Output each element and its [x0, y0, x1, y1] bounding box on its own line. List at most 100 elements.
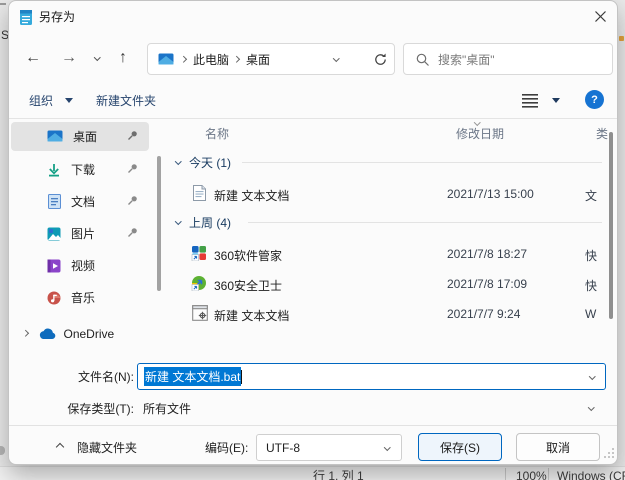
status-line-ending: Windows (CRLF) — [557, 469, 625, 480]
this-pc-icon — [158, 53, 174, 66]
group-label: 上周 (4) — [189, 216, 231, 230]
view-dropdown-icon[interactable] — [552, 98, 560, 103]
sidebar: 桌面 下载 — [9, 119, 162, 355]
sidebar-item-label: 文档 — [71, 193, 95, 210]
file-date: 2021/7/7 9:24 — [447, 307, 520, 321]
file-row[interactable]: 新建 文本文档 2021/7/7 9:24 W — [162, 299, 602, 327]
sidebar-item-label: 下载 — [71, 161, 95, 178]
background-fragment-blob — [0, 446, 5, 455]
encoding-label: 编码(E): — [205, 441, 248, 455]
address-dropdown-chevron-icon[interactable] — [333, 55, 339, 61]
view-mode-icon[interactable] — [521, 93, 539, 109]
sidebar-item-desktop[interactable]: 桌面 — [11, 122, 149, 151]
breadcrumb-desktop[interactable]: 桌面 — [246, 53, 270, 67]
text-document-icon — [193, 185, 206, 201]
download-icon — [47, 163, 61, 177]
up-icon[interactable]: ↑ — [119, 49, 127, 67]
pin-icon — [127, 130, 138, 141]
organize-button[interactable]: 组织 — [29, 94, 53, 108]
close-icon[interactable] — [594, 10, 607, 23]
videos-icon — [47, 259, 61, 273]
pin-icon — [127, 195, 138, 206]
forward-icon[interactable]: → — [61, 49, 77, 67]
organize-dropdown-icon — [65, 98, 73, 103]
breadcrumb-separator-icon — [233, 56, 239, 62]
pin-icon — [127, 163, 138, 174]
status-cursor-position: 行 1, 列 1 — [313, 469, 364, 480]
sidebar-item-pictures[interactable]: 图片 — [11, 219, 149, 248]
background-fragment-dot — [619, 36, 624, 41]
document-icon — [48, 194, 61, 209]
hide-folders-button[interactable]: 隐藏文件夹 — [77, 441, 137, 455]
recent-locations-chevron-icon[interactable] — [94, 54, 100, 60]
breadcrumb-separator-icon — [180, 56, 186, 62]
sidebar-item-downloads[interactable]: 下载 — [11, 155, 149, 184]
360-safe-guard-icon — [191, 275, 207, 291]
group-divider — [242, 162, 602, 163]
group-header-today[interactable]: 今天 (1) — [162, 153, 617, 175]
search-box[interactable]: 搜索"桌面" — [403, 43, 613, 75]
filename-selected-text: 新建 文本文档.bat — [144, 367, 241, 386]
back-icon[interactable]: ← — [25, 49, 41, 67]
encoding-value: UTF-8 — [266, 441, 300, 455]
group-header-lastweek[interactable]: 上周 (4) — [162, 213, 617, 235]
notepad-icon — [19, 9, 33, 26]
file-row[interactable]: 360软件管家 2021/7/8 18:27 快 — [162, 239, 602, 267]
music-icon — [47, 291, 61, 305]
file-type: 快 — [585, 277, 597, 294]
sidebar-item-videos[interactable]: 视频 — [11, 251, 149, 280]
sidebar-item-music[interactable]: 音乐 — [11, 283, 149, 312]
search-placeholder: 搜索"桌面" — [438, 53, 495, 67]
expand-chevron-icon[interactable] — [22, 330, 28, 336]
breadcrumb-this-pc[interactable]: 此电脑 — [193, 53, 229, 67]
pictures-icon — [47, 227, 61, 241]
new-folder-button[interactable]: 新建文件夹 — [96, 94, 156, 108]
title-bar: 另存为 — [9, 1, 617, 33]
file-row[interactable]: 新建 文本文档 2021/7/13 15:00 文 — [162, 179, 602, 207]
file-list-header: 名称 修改日期 类 — [162, 119, 617, 146]
screen: S 行 1, 列 1 100% Windows (CRLF) 另存为 — [0, 0, 625, 480]
sidebar-item-documents[interactable]: 文档 — [11, 187, 149, 216]
filename-dropdown-chevron-icon[interactable] — [589, 373, 595, 379]
search-icon — [416, 53, 430, 67]
collapse-chevron-icon — [175, 158, 181, 164]
savetype-dropdown-chevron-icon[interactable] — [588, 404, 594, 410]
file-list: 名称 修改日期 类 今天 (1) 新建 文本文档 — [162, 119, 617, 355]
sidebar-item-label: 桌面 — [73, 128, 97, 145]
status-divider — [505, 468, 506, 480]
encoding-select[interactable]: UTF-8 — [256, 434, 402, 461]
column-header-date[interactable]: 修改日期 — [456, 127, 504, 141]
navigation-bar: ← → ↑ 此电脑 桌面 — [9, 37, 617, 81]
file-row[interactable]: 360安全卫士 2021/7/8 17:09 快 — [162, 269, 602, 297]
sidebar-scrollbar[interactable] — [157, 156, 161, 291]
column-header-name[interactable]: 名称 — [205, 127, 229, 141]
filename-input[interactable]: 新建 文本文档.bat — [137, 363, 606, 390]
save-button[interactable]: 保存(S) — [418, 433, 502, 461]
file-name: 新建 文本文档 — [214, 187, 289, 204]
refresh-icon[interactable] — [373, 52, 388, 67]
sidebar-item-label: 图片 — [71, 225, 95, 242]
help-icon[interactable]: ? — [585, 90, 604, 109]
savetype-label: 保存类型(T): — [39, 402, 134, 416]
onedrive-icon — [38, 328, 56, 340]
360-software-manager-icon — [191, 245, 207, 261]
desktop-icon — [47, 130, 63, 143]
dialog-title: 另存为 — [39, 10, 75, 24]
cancel-button[interactable]: 取消 — [516, 433, 600, 461]
file-list-scrollbar[interactable] — [609, 132, 613, 319]
file-date: 2021/7/13 15:00 — [447, 187, 534, 201]
savetype-select[interactable]: 所有文件 — [137, 396, 606, 421]
pin-icon — [127, 227, 138, 238]
file-type: 快 — [585, 247, 597, 264]
encoding-dropdown-chevron-icon[interactable] — [384, 444, 390, 450]
file-name: 360安全卫士 — [214, 277, 282, 294]
column-header-type[interactable]: 类 — [596, 127, 608, 141]
resize-grip[interactable] — [603, 447, 615, 459]
sidebar-item-onedrive[interactable]: OneDrive — [11, 319, 149, 348]
sidebar-item-label: 音乐 — [71, 289, 95, 306]
toolbar: 组织 新建文件夹 ? — [9, 85, 617, 118]
sidebar-item-label: OneDrive — [64, 327, 115, 341]
field-area: 文件名(N): 新建 文本文档.bat 保存类型(T): 所有文件 — [9, 356, 617, 424]
address-bar[interactable]: 此电脑 桌面 — [147, 43, 395, 75]
sort-chevron-icon[interactable] — [474, 119, 480, 125]
